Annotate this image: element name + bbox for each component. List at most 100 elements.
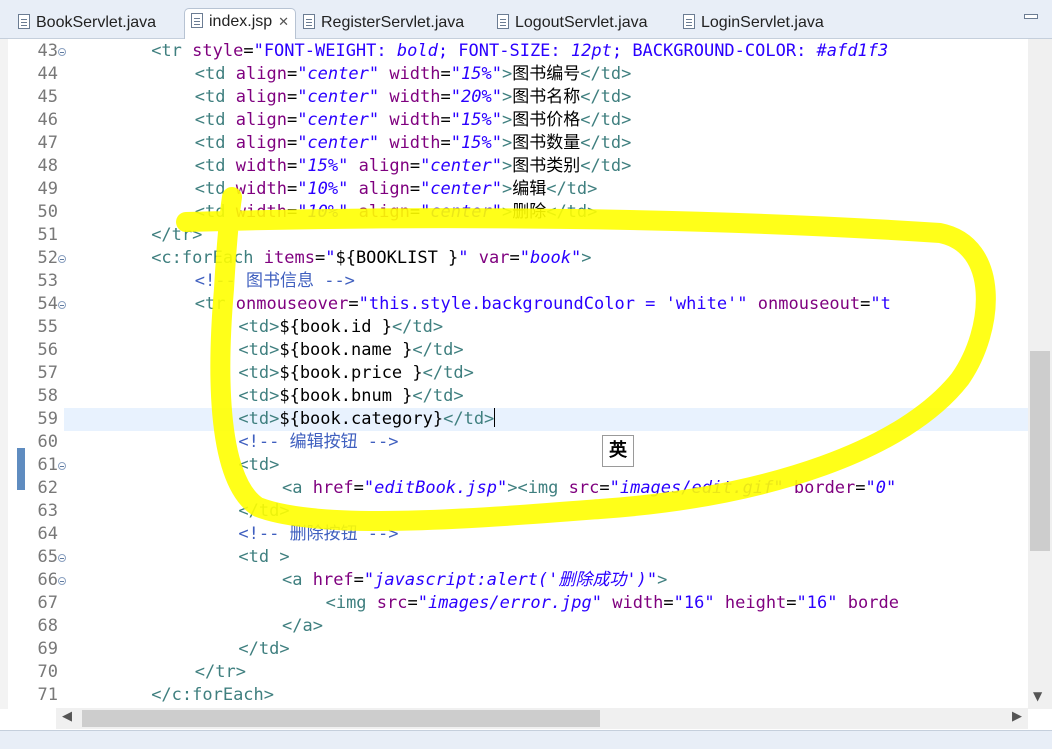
tab-index-jsp[interactable]: index.jsp ✕ [184,8,297,39]
tab-bookservlet-java[interactable]: BookServlet.java [18,10,156,38]
code-line[interactable]: <a href="javascript:alert('删除成功')"> [64,569,667,592]
horizontal-scrollbar[interactable]: ◀ ▶ [56,708,1028,729]
code-token: </td> [412,386,464,406]
tab-registerservlet-java[interactable]: RegisterServlet.java [303,10,464,38]
code-line[interactable]: <td width="10%" align="center">删除</td> [64,201,598,224]
code-token: <!-- 编辑按钮 --> [238,432,399,452]
code-token: = [286,87,298,107]
editor-left-edge [0,39,8,709]
code-token: </td> [238,501,290,521]
code-line[interactable]: </td> [64,638,290,661]
code-line[interactable]: <td>${book.name }</td> [64,339,464,362]
code-token: "15%" [297,156,349,176]
code-token: src [568,478,600,498]
minimize-icon[interactable] [1024,14,1038,19]
code-line[interactable]: <td > [64,546,289,569]
code-token: align [235,110,287,130]
code-line[interactable]: </tr> [64,224,202,247]
code-line[interactable]: <td width="15%" align="center">图书类别</td> [64,155,632,178]
code-token: </td> [580,110,632,130]
code-area[interactable]: <tr style="FONT-WEIGHT: bold; FONT-SIZE:… [64,39,1028,709]
code-line[interactable]: <img src="images/error.jpg" width="16" h… [64,592,899,615]
code-line[interactable]: </c:forEach> [64,684,274,707]
horizontal-scroll-thumb[interactable] [82,710,600,727]
line-number: 54 [37,294,58,314]
code-token: <td> [238,386,280,406]
vertical-scrollbar[interactable]: ▼ [1028,39,1052,709]
tab-logoutservlet-java[interactable]: LogoutServlet.java [497,10,648,38]
code-token: width [389,87,441,107]
code-token: = [860,294,871,314]
code-token: </tr> [151,225,203,245]
code-token: ; BACKGROUND-COLOR: [611,41,817,61]
code-token: ${book.name } [279,340,413,360]
code-token: = [353,478,364,498]
vertical-scroll-thumb[interactable] [1030,351,1050,551]
line-number: 55 [37,317,58,337]
code-line[interactable]: <td width="10%" align="center">编辑</td> [64,178,598,201]
code-token: "this.style.backgroundColor = 'white'" [358,294,748,314]
code-token: "center" [297,110,380,130]
code-line[interactable]: <!-- 图书信息 --> [64,270,355,293]
line-number: 49 [37,179,58,199]
code-token: </td> [422,363,474,383]
editor-tab-bar: BookServlet.java index.jsp ✕ RegisterServ… [0,0,1052,39]
code-line[interactable]: <!-- 删除按钮 --> [64,523,398,546]
code-token: </c:forEach> [151,685,275,705]
code-line[interactable]: <tr style="FONT-WEIGHT: bold; FONT-SIZE:… [64,40,888,63]
close-tab-icon[interactable]: ✕ [278,14,289,29]
code-token: </td> [580,133,632,153]
code-line[interactable]: <a href="editBook.jsp"><img src="images/… [64,477,896,500]
scroll-down-arrow-icon[interactable]: ▼ [1033,689,1042,703]
code-token: <td [194,133,236,153]
code-token: " [458,248,469,268]
code-line[interactable]: </td> [64,500,290,523]
code-token: "center" [297,87,380,107]
code-line[interactable]: <td>${book.category}</td> [64,408,1028,431]
code-token: </td> [238,639,290,659]
java-file-icon [303,14,315,29]
line-number: 46 [37,110,58,130]
code-token: = [440,87,451,107]
code-token: 编辑 [512,179,547,199]
code-token: </td> [546,179,598,199]
code-token: "t [870,294,891,314]
code-token: " [325,248,336,268]
line-number: 69 [37,639,58,659]
code-line[interactable]: <td> [64,454,279,477]
scroll-right-arrow-icon[interactable]: ▶ [1012,709,1022,724]
code-line[interactable]: <td align="center" width="20%">图书名称</td> [64,86,632,109]
code-token: </td> [412,340,464,360]
code-token: = [409,156,421,176]
code-line[interactable]: <c:forEach items="${BOOKLIST }" var="boo… [64,247,591,270]
code-line[interactable]: </a> [64,615,323,638]
java-file-icon [683,14,695,29]
code-token: 图书价格 [512,110,581,130]
code-token: <tr [151,41,193,61]
code-line[interactable]: <tr onmouseover="this.style.backgroundCo… [64,293,891,316]
code-line[interactable]: <td>${book.id }</td> [64,316,443,339]
tab-loginservlet-java[interactable]: LoginServlet.java [683,10,824,38]
line-number: 68 [37,616,58,636]
code-line[interactable]: <td>${book.price }</td> [64,362,474,385]
code-line[interactable]: <td>${book.bnum }</td> [64,385,464,408]
code-token: ${book.category} [279,409,444,429]
code-token: = [286,64,298,84]
code-line[interactable]: <td align="center" width="15%">图书价格</td> [64,109,632,132]
code-token: onmouseover [235,294,349,314]
line-number: 70 [37,662,58,682]
ime-language-indicator: 英 [602,435,634,467]
code-editor[interactable]: 43 44 45 46 47 48 49 50 51 52 53 54 55 56 57 58 59 60 61 62… [0,39,1052,709]
code-line[interactable]: <td align="center" width="15%">图书编号</td> [64,63,632,86]
scroll-left-arrow-icon[interactable]: ◀ [62,709,72,724]
code-line[interactable]: <!-- 编辑按钮 --> [64,431,399,454]
code-line[interactable]: </tr> [64,661,246,684]
code-token: width [235,179,287,199]
line-number: 56 [37,340,58,360]
code-line[interactable]: <td align="center" width="15%">图书数量</td> [64,132,632,155]
code-token: <a [282,478,313,498]
